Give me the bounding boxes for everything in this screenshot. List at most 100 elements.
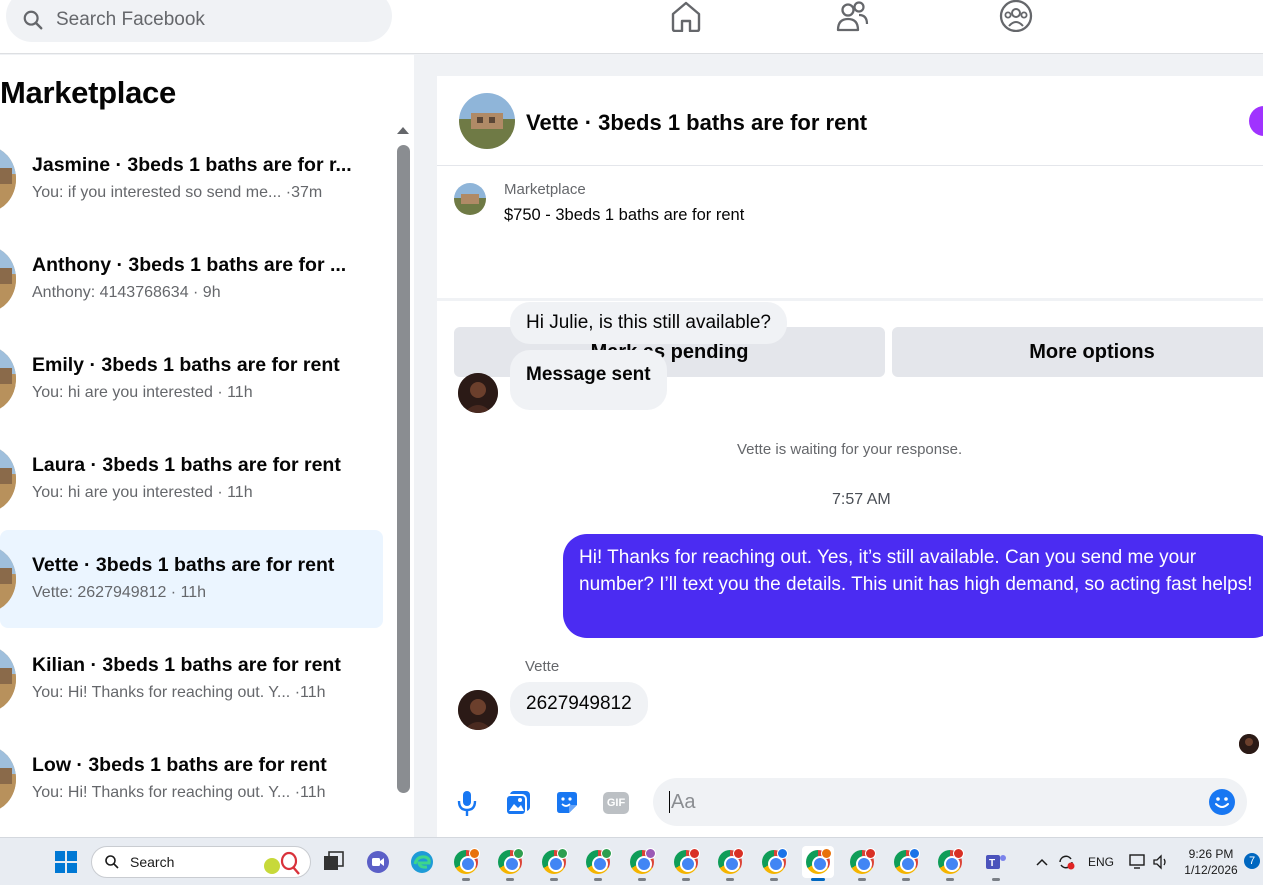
app-running-indicator	[946, 878, 954, 881]
conversation-list-item[interactable]: Low · 3beds 1 baths are for rent You: Hi!…	[0, 730, 383, 828]
conversation-preview: You: if you interested so send me... ·37…	[32, 184, 323, 201]
sticker-icon[interactable]	[552, 788, 582, 818]
conversation-list-item[interactable]: Laura · 3beds 1 baths are for rent You: h…	[0, 430, 383, 528]
search-icon	[105, 855, 119, 869]
read-receipt-avatar	[1239, 734, 1259, 754]
taskbar-clock[interactable]: 9:26 PM 1/12/2026	[1180, 846, 1242, 878]
profile-badge	[557, 848, 568, 859]
chrome-profile-icon[interactable]	[846, 846, 878, 881]
profile-badge	[513, 848, 524, 859]
message-bubble-outgoing: Hi! Thanks for reaching out. Yes, it’s s…	[563, 534, 1263, 638]
profile-badge	[469, 848, 480, 859]
listing-thumbnail	[0, 746, 16, 812]
chrome-profile-icon[interactable]	[626, 846, 658, 881]
teams-icon[interactable]: T	[980, 846, 1012, 881]
profile-badge	[777, 848, 788, 859]
conversation-preview: Anthony: 4143768634 · 9h	[32, 284, 221, 301]
chrome-profile-icon[interactable]	[934, 846, 966, 881]
conversation-preview: Vette: 2627949812 · 11h	[32, 584, 207, 601]
language-indicator[interactable]: ENG	[1088, 838, 1114, 885]
chrome-profile-icon[interactable]	[538, 846, 570, 881]
search-icon	[23, 10, 43, 30]
emoji-icon[interactable]	[1207, 787, 1237, 817]
info-icon[interactable]	[1249, 106, 1263, 136]
chat-title[interactable]: Vette · 3beds 1 baths are for rent	[526, 110, 867, 136]
conversation-title: Vette · 3beds 1 baths are for rent	[32, 554, 335, 576]
gif-label: GIF	[603, 792, 629, 814]
chrome-profile-icon[interactable]	[890, 846, 922, 881]
app-running-indicator	[902, 878, 910, 881]
conversation-title: Emily · 3beds 1 baths are for rent	[32, 354, 340, 376]
conversation-title: Anthony · 3beds 1 baths are for ...	[32, 254, 347, 276]
conversation-title: Kilian · 3beds 1 baths are for rent	[32, 654, 341, 676]
listing-thumbnail	[0, 146, 16, 212]
edge-icon[interactable]	[406, 846, 438, 878]
message-bubble-incoming: 2627949812	[510, 682, 648, 726]
chrome-profile-icon[interactable]	[802, 846, 834, 881]
waiting-status: Vette is waiting for your response.	[737, 441, 963, 458]
listing-thumbnail	[0, 446, 16, 512]
network-icon[interactable]	[1128, 838, 1148, 885]
conversation-list-item[interactable]: Jasmine · 3beds 1 baths are for r... You:…	[0, 130, 383, 228]
app-running-indicator	[992, 878, 1000, 881]
groups-icon[interactable]	[998, 0, 1034, 32]
microphone-icon[interactable]	[452, 788, 482, 818]
windows-start-icon[interactable]	[50, 846, 82, 878]
conversation-list-item[interactable]: Vette · 3beds 1 baths are for rent Vette:…	[0, 530, 383, 628]
volume-icon[interactable]	[1152, 838, 1170, 885]
listing-thumbnail	[0, 346, 16, 412]
app-running-indicator	[858, 878, 866, 881]
message-input[interactable]: Aa	[653, 778, 1247, 826]
conversation-list-item[interactable]: Kilian · 3beds 1 baths are for rent You: …	[0, 630, 383, 728]
svg-text:T: T	[989, 858, 995, 869]
chrome-profile-icon[interactable]	[714, 846, 746, 881]
sync-icon[interactable]	[1056, 838, 1076, 885]
app-running-indicator	[506, 878, 514, 881]
search-bar[interactable]: Search Facebook	[6, 0, 392, 42]
listing-thumbnail	[0, 646, 16, 712]
friends-icon[interactable]	[834, 0, 870, 32]
app-running-indicator	[638, 878, 646, 881]
message-bubble-incoming: Message sent	[510, 350, 667, 410]
contact-avatar[interactable]	[458, 690, 498, 730]
listing-photo-avatar[interactable]	[459, 93, 515, 149]
more-options-button[interactable]: More options	[892, 327, 1263, 377]
text-cursor	[669, 791, 670, 813]
conversation-preview: You: Hi! Thanks for reaching out. Y... ·…	[32, 684, 326, 701]
conversation-list-item[interactable]: Emily · 3beds 1 baths are for rent You: h…	[0, 330, 383, 428]
profile-badge	[909, 848, 920, 859]
chat-header: Vette · 3beds 1 baths are for rent	[437, 76, 1263, 166]
scroll-up-arrow-icon[interactable]	[397, 127, 409, 134]
profile-badge	[865, 848, 876, 859]
chrome-profile-icon[interactable]	[758, 846, 790, 881]
search-input[interactable]: Search Facebook	[56, 9, 205, 31]
listing-price-title[interactable]: $750 - 3beds 1 baths are for rent	[504, 206, 744, 225]
conversation-list-item[interactable]: Anthony · 3beds 1 baths are for ... Antho…	[0, 230, 383, 328]
message-composer: GIF Aa	[437, 776, 1263, 836]
taskbar-search[interactable]: Search	[91, 846, 311, 878]
notification-count-badge[interactable]: 7	[1244, 853, 1260, 869]
home-icon[interactable]	[668, 0, 704, 32]
chrome-profile-icon[interactable]	[582, 846, 614, 881]
marketplace-sidebar: Marketplace Jasmine · 3beds 1 baths are …	[0, 55, 414, 837]
chrome-profile-icon[interactable]	[670, 846, 702, 881]
app-running-indicator	[462, 878, 470, 881]
listing-source: Marketplace	[504, 181, 586, 198]
contact-avatar[interactable]	[458, 373, 498, 413]
app-running-indicator	[550, 878, 558, 881]
chrome-profile-icon[interactable]	[450, 846, 482, 881]
message-bubble-incoming: Hi Julie, is this still available?	[510, 302, 787, 344]
app-running-indicator	[726, 878, 734, 881]
photo-icon[interactable]	[503, 788, 533, 818]
app-running-indicator	[682, 878, 690, 881]
app-running-indicator	[811, 878, 825, 881]
chrome-profile-icon[interactable]	[494, 846, 526, 881]
conversation-preview: You: hi are you interested · 11h	[32, 484, 253, 501]
sidebar-scrollbar[interactable]	[397, 145, 410, 793]
conversation-title: Low · 3beds 1 baths are for rent	[32, 754, 327, 776]
meet-now-icon[interactable]	[362, 846, 394, 878]
task-view-icon[interactable]	[318, 846, 350, 878]
show-hidden-icons-icon[interactable]	[1034, 838, 1050, 885]
listing-thumbnail[interactable]	[454, 183, 486, 215]
gif-icon[interactable]: GIF	[601, 788, 631, 818]
